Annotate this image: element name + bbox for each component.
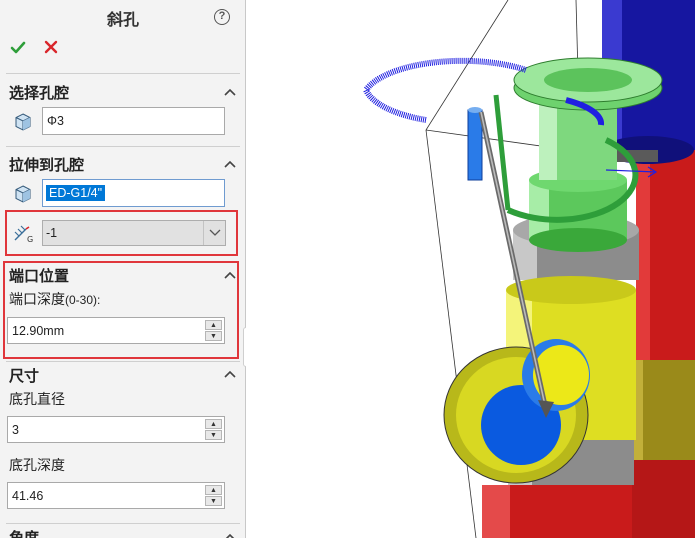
chevron-up-icon[interactable]	[222, 367, 238, 381]
axis-tool-icon: G	[14, 225, 33, 244]
port-depth-label: 端口深度(0-30):	[9, 289, 100, 309]
port-depth-input[interactable]: 12.90mm ▲ ▼	[7, 317, 225, 344]
cancel-close-icon[interactable]	[44, 40, 58, 54]
bottom-hole-diameter-label: 底孔直径	[9, 391, 65, 407]
chevron-down-icon	[203, 221, 225, 245]
spin-arrows-icon[interactable]: ▲ ▼	[205, 320, 222, 341]
section-title-port-position: 端口位置	[9, 268, 70, 285]
chevron-up-icon[interactable]	[222, 157, 238, 171]
panel-title: 斜孔	[106, 12, 139, 29]
section-title-select-cavity: 选择孔腔	[9, 85, 70, 102]
bottom-hole-depth-label: 底孔深度	[9, 457, 65, 473]
property-manager-panel: 斜孔 ? 选择孔腔 Φ3 拉伸到孔腔 ED-G1/4" G -1 端口位置 端口…	[0, 0, 252, 538]
port-depth-range: (0-30):	[65, 293, 101, 307]
chevron-up-icon[interactable]	[222, 530, 238, 538]
model-3d-view[interactable]	[246, 0, 695, 538]
section-title-extrude-to-cavity: 拉伸到孔腔	[9, 157, 85, 174]
chevron-up-icon[interactable]	[222, 268, 238, 282]
section-title-angle: 角度	[9, 527, 39, 538]
spin-arrows-icon[interactable]: ▲ ▼	[205, 485, 222, 506]
port-face	[443, 339, 590, 484]
bottom-hole-depth-value: 41.46	[12, 488, 44, 503]
spin-arrows-icon[interactable]: ▲ ▼	[205, 419, 222, 440]
port-depth-value: 12.90mm	[12, 323, 65, 338]
ok-checkmark-icon[interactable]	[10, 40, 26, 56]
cube-icon	[15, 113, 31, 131]
direction-dropdown-value: -1	[46, 226, 58, 240]
divider	[6, 523, 240, 524]
bottom-hole-diameter-input[interactable]: 3 ▲ ▼	[7, 416, 225, 443]
divider	[6, 361, 240, 362]
bottom-hole-diameter-value: 3	[12, 422, 19, 437]
divider	[6, 146, 240, 147]
divider	[6, 73, 240, 74]
help-icon[interactable]: ?	[214, 9, 230, 25]
chevron-up-icon[interactable]	[222, 85, 238, 99]
axis-tool-label: G	[27, 235, 33, 244]
graphics-viewport[interactable]	[246, 0, 695, 538]
section-title-dimensions: 尺寸	[9, 368, 40, 385]
extrude-to-cavity-field[interactable]: ED-G1/4"	[42, 179, 225, 207]
port-depth-label-text: 端口深度	[9, 291, 65, 307]
cube-icon	[15, 185, 31, 203]
direction-dropdown[interactable]: -1	[42, 220, 226, 246]
bottom-hole-depth-input[interactable]: 41.46 ▲ ▼	[7, 482, 225, 509]
select-cavity-value: Φ3	[47, 114, 64, 128]
extrude-to-cavity-value: ED-G1/4"	[46, 185, 106, 201]
select-cavity-field[interactable]: Φ3	[42, 107, 225, 135]
